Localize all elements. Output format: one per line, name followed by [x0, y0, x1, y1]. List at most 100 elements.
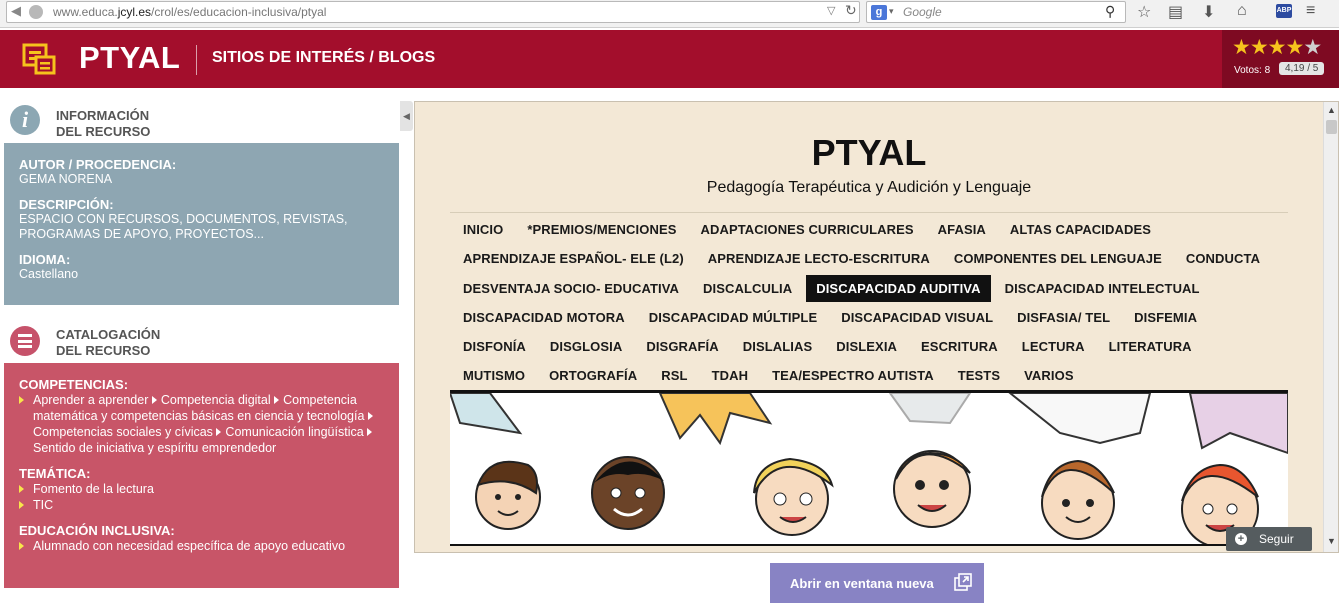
competencia-item[interactable]: Sentido de iniciativa y espíritu emprend…: [33, 441, 276, 455]
nav-item[interactable]: DISCAPACIDAD INTELECTUAL: [995, 274, 1210, 301]
nav-item[interactable]: *PREMIOS/MENCIONES: [517, 215, 686, 242]
search-input[interactable]: Google: [903, 5, 942, 19]
search-engine-dropdown-icon[interactable]: ▾: [889, 6, 894, 17]
tematica-item-label[interactable]: TIC: [33, 498, 53, 512]
embedded-nav-menu: INICIO *PREMIOS/MENCIONES ADAPTACIONES CUR…: [453, 215, 1289, 391]
nav-item[interactable]: COMPONENTES DEL LENGUAJE: [944, 244, 1172, 271]
bullet-arrow-icon: [19, 501, 24, 509]
nav-item[interactable]: MUTISMO: [453, 361, 535, 388]
nav-item[interactable]: AFASIA: [928, 215, 996, 242]
back-arrow-icon[interactable]: ◀: [11, 3, 21, 19]
download-icon[interactable]: ⬇: [1202, 2, 1215, 22]
nav-item[interactable]: ESCRITURA: [911, 332, 1008, 359]
bullet-arrow-icon: [19, 485, 24, 493]
author-label: AUTOR / PROCEDENCIA:: [19, 157, 177, 172]
site-title: PTYAL: [79, 40, 181, 75]
nav-item[interactable]: DISFONÍA: [453, 332, 536, 359]
nav-item[interactable]: TEA/ESPECTRO AUTISTA: [762, 361, 944, 388]
tematica-item: Fomento de la lectura: [19, 481, 384, 497]
nav-item[interactable]: APRENDIZAJE LECTO-ESCRITURA: [698, 244, 940, 271]
nav-item[interactable]: TESTS: [948, 361, 1010, 388]
nav-item[interactable]: DISLALIAS: [733, 332, 823, 359]
menu-icon[interactable]: ≡: [1306, 2, 1315, 20]
scroll-up-icon[interactable]: ▲: [1327, 105, 1336, 115]
search-magnifier-icon[interactable]: ⚲: [1105, 3, 1115, 20]
nav-item[interactable]: DISCAPACIDAD AUDITIVA: [806, 274, 991, 302]
nav-row: INICIO *PREMIOS/MENCIONES ADAPTACIONES CUR…: [453, 215, 1289, 244]
home-icon[interactable]: ⌂: [1237, 2, 1247, 20]
nav-row: APRENDIZAJE ESPAÑOL- ELE (L2) APRENDIZAJE…: [453, 244, 1289, 273]
embedded-page: PTYAL Pedagogía Terapéutica y Audición y…: [414, 101, 1339, 553]
url-text[interactable]: www.educa.jcyl.es/crol/es/educacion-incl…: [53, 5, 326, 19]
search-bar[interactable]: g ▾ Google ⚲: [866, 1, 1126, 23]
info-panel-body: AUTOR / PROCEDENCIA: GEMA NORENA DESCRIP…: [4, 143, 399, 305]
nav-item[interactable]: CONDUCTA: [1176, 244, 1270, 271]
nav-item[interactable]: DISGRAFÍA: [636, 332, 728, 359]
rating-score: 4,19 / 5: [1279, 62, 1325, 75]
embedded-scrollbar[interactable]: ▲ ▼: [1323, 102, 1338, 552]
nav-item[interactable]: DISGLOSIA: [540, 332, 632, 359]
star-full-icon[interactable]: ★★★★: [1232, 36, 1304, 59]
google-icon[interactable]: g: [871, 5, 887, 20]
competencia-item[interactable]: Aprender a aprender: [33, 393, 148, 407]
inclusiva-item-label[interactable]: Alumnado con necesidad específica de apo…: [33, 539, 345, 553]
competencia-item[interactable]: Competencia digital: [161, 393, 271, 407]
nav-item[interactable]: INICIO: [453, 215, 513, 242]
nav-item[interactable]: VARIOS: [1014, 361, 1083, 388]
nav-item[interactable]: DISLEXIA: [826, 332, 907, 359]
nav-item[interactable]: TDAH: [702, 361, 759, 388]
open-new-window-button[interactable]: Abrir en ventana nueva: [770, 563, 984, 603]
browser-toolbar: ◀ www.educa.jcyl.es/crol/es/educacion-in…: [0, 0, 1339, 28]
nav-row: DESVENTAJA SOCIO- EDUCATIVA DISCALCULIA DI…: [453, 274, 1289, 303]
nav-item[interactable]: LECTURA: [1012, 332, 1095, 359]
url-prefix: www.educa.: [53, 5, 118, 19]
competencia-item[interactable]: Competencias sociales y cívicas: [33, 425, 213, 439]
url-history-dropdown-icon[interactable]: ▽: [827, 4, 835, 17]
star-empty-icon[interactable]: ★: [1303, 36, 1322, 59]
list-icon: [10, 326, 40, 356]
resource-logo-icon: [20, 43, 58, 75]
nav-item[interactable]: DISCAPACIDAD VISUAL: [831, 303, 1003, 330]
nav-item[interactable]: ALTAS CAPACIDADES: [1000, 215, 1161, 242]
reading-list-icon[interactable]: ▤: [1168, 2, 1183, 22]
language-label: IDIOMA:: [19, 252, 71, 267]
separator-arrow-icon: [367, 412, 373, 420]
nav-item[interactable]: ADAPTACIONES CURRICULARES: [690, 215, 923, 242]
description-value: ESPACIO CON RECURSOS, DOCUMENTOS, REVIST…: [19, 212, 348, 241]
reload-icon[interactable]: ↻: [845, 2, 857, 19]
nav-item[interactable]: DISFEMIA: [1124, 303, 1207, 330]
bookmark-star-icon[interactable]: ☆: [1137, 2, 1151, 22]
follow-label: Seguir: [1259, 532, 1294, 546]
rating-stars[interactable]: ★★★★★: [1232, 35, 1322, 60]
adblock-icon[interactable]: ABP: [1276, 4, 1292, 18]
nav-item[interactable]: DISCAPACIDAD MOTORA: [453, 303, 635, 330]
nav-item[interactable]: RSL: [651, 361, 697, 388]
description-label: DESCRIPCIÓN:: [19, 197, 114, 212]
nav-item[interactable]: APRENDIZAJE ESPAÑOL- ELE (L2): [453, 244, 694, 271]
competencia-item[interactable]: Comunicación lingüística: [225, 425, 363, 439]
author-value: GEMA NORENA: [19, 172, 113, 186]
url-bar[interactable]: ◀ www.educa.jcyl.es/crol/es/educacion-in…: [6, 1, 860, 23]
tematica-item-label[interactable]: Fomento de la lectura: [33, 482, 154, 496]
rating-widget[interactable]: ★★★★★ Votos: 8 4,19 / 5: [1222, 30, 1339, 88]
section-subtitle[interactable]: SITIOS DE INTERÉS / BLOGS: [212, 49, 435, 67]
scroll-down-icon[interactable]: ▼: [1327, 536, 1336, 546]
children-illustration: [450, 390, 1288, 546]
nav-row: DISCAPACIDAD MOTORA DISCAPACIDAD MÚLTIPLE…: [453, 303, 1289, 332]
bullet-arrow-icon: [19, 542, 24, 550]
follow-button[interactable]: + Seguir: [1226, 527, 1312, 551]
url-path: /crol/es/educacion-inclusiva/ptyal: [151, 5, 327, 19]
scroll-thumb[interactable]: [1326, 120, 1337, 134]
tematica-item: TIC: [19, 497, 384, 513]
embedded-subtitle: Pedagogía Terapéutica y Audición y Lengu…: [706, 179, 1032, 196]
info-panel-title-line1: INFORMACIÓN: [56, 108, 150, 123]
nav-item[interactable]: DISCALCULIA: [693, 274, 802, 301]
nav-item[interactable]: DISFASIA/ TEL: [1007, 303, 1120, 330]
nav-item[interactable]: LITERATURA: [1099, 332, 1202, 359]
nav-item[interactable]: DISCAPACIDAD MÚLTIPLE: [639, 303, 827, 330]
collapse-sidebar-button[interactable]: ◀: [400, 101, 413, 131]
nav-item[interactable]: DESVENTAJA SOCIO- EDUCATIVA: [453, 274, 689, 301]
nav-item[interactable]: ORTOGRAFÍA: [539, 361, 647, 388]
nav-row: MUTISMO ORTOGRAFÍA RSL TDAH TEA/ESPECTRO AUT…: [453, 361, 1289, 390]
site-header: PTYAL SITIOS DE INTERÉS / BLOGS ★★★★★ Vo…: [0, 30, 1339, 88]
